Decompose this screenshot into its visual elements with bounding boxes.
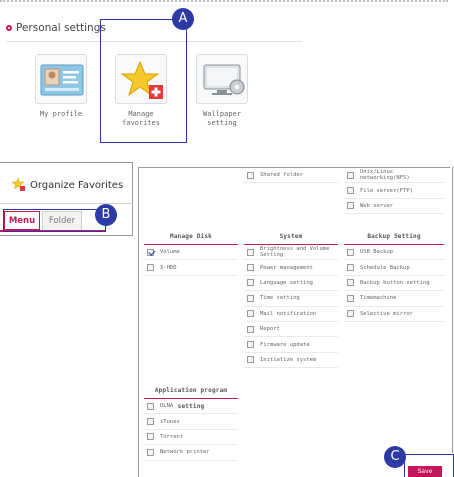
list-item[interactable]: Torrent [144, 430, 238, 446]
save-button[interactable]: Save [408, 466, 442, 477]
checkbox[interactable] [347, 279, 354, 287]
checkbox[interactable] [247, 248, 254, 256]
top-dotted-divider [0, 0, 448, 2]
personal-settings-header: Personal settings [6, 20, 106, 36]
list-item[interactable]: Network printer [144, 445, 238, 461]
my-profile-button[interactable]: My profile [21, 54, 101, 119]
wallpaper-setting-button[interactable]: Wallpaper setting [182, 54, 262, 128]
list-item[interactable]: Timemachine [344, 291, 444, 307]
callout-box-b [3, 209, 106, 232]
network-left-column: Shared folder [244, 168, 338, 184]
panel-right-border [452, 167, 453, 453]
list-item[interactable]: File server(FTP) [344, 183, 444, 199]
list-item[interactable]: Time setting [244, 291, 338, 307]
list-item[interactable]: Brightness and Volume Setting [244, 245, 338, 261]
star-plus-small-icon [11, 176, 26, 195]
list-item[interactable]: Mail notification [244, 307, 338, 322]
checkbox[interactable] [347, 310, 354, 318]
list-item[interactable]: iTunes [144, 414, 238, 430]
list-item[interactable]: Web server [344, 199, 444, 215]
my-profile-label: My profile [39, 110, 83, 118]
manage-disk-title: Manage Disk [144, 229, 238, 245]
profile-card-icon [35, 54, 87, 104]
network-right-column: Unix/Linux networking(NFS) File server(F… [344, 168, 444, 215]
list-item[interactable]: DLNA [144, 399, 238, 415]
checkbox[interactable] [147, 433, 154, 441]
list-item[interactable]: X-HDD [144, 260, 238, 276]
checkbox[interactable] [147, 448, 154, 456]
callout-box-a [100, 19, 187, 143]
list-item[interactable]: Schedule Backup [344, 260, 444, 276]
organize-favorites-header: Organize Favorites [11, 176, 124, 195]
callout-a: A [172, 8, 194, 30]
list-item[interactable]: Report [244, 322, 338, 338]
checkbox[interactable] [247, 294, 254, 302]
callout-c: C [384, 446, 406, 468]
list-item[interactable]: Backup button setting [344, 276, 444, 292]
checkbox[interactable] [247, 264, 254, 272]
checkbox-checked[interactable] [147, 248, 154, 256]
checkbox[interactable] [247, 310, 254, 318]
system-title: System [244, 229, 338, 245]
checkbox[interactable] [347, 171, 354, 179]
manage-disk-column: Manage Disk Volume X-HDD [144, 229, 238, 276]
checkbox[interactable] [347, 264, 354, 272]
bullet-icon [6, 25, 12, 31]
list-item[interactable]: Volume [144, 245, 238, 261]
wallpaper-setting-label: Wallpaper setting [203, 110, 241, 127]
header-separator [0, 203, 133, 204]
personal-settings-title: Personal settings [16, 22, 106, 34]
checkbox[interactable] [247, 279, 254, 287]
backup-setting-column: Backup Setting USB Backup Schedule Backu… [344, 229, 444, 322]
checkbox[interactable] [347, 202, 354, 210]
list-item[interactable]: Unix/Linux networking(NFS) [344, 168, 444, 184]
checkbox[interactable] [147, 418, 154, 426]
list-item[interactable]: USB Backup [344, 245, 444, 261]
checkbox[interactable] [347, 294, 354, 302]
application-program-column: Application program setting DLNA iTunes … [144, 383, 238, 461]
list-item[interactable]: Firmware update [244, 337, 338, 353]
callout-b: B [95, 204, 117, 226]
list-item[interactable]: Selective mirror [344, 307, 444, 322]
list-item[interactable]: Language setting [244, 276, 338, 292]
list-item[interactable]: Power management [244, 260, 338, 276]
checkbox[interactable] [347, 187, 354, 195]
checkbox[interactable] [147, 402, 154, 410]
organize-favorites-title: Organize Favorites [30, 180, 124, 191]
checkbox[interactable] [247, 171, 254, 179]
checkbox[interactable] [247, 356, 254, 364]
checkbox[interactable] [247, 341, 254, 349]
application-program-title: Application program setting [144, 383, 238, 410]
backup-setting-title: Backup Setting [344, 229, 444, 245]
checkbox[interactable] [347, 248, 354, 256]
checkbox[interactable] [247, 325, 254, 333]
checkbox[interactable] [147, 264, 154, 272]
list-item[interactable]: Initialize system [244, 353, 338, 369]
monitor-gear-icon [196, 54, 248, 104]
system-column: System Brightness and Volume Setting Pow… [244, 229, 338, 369]
list-item[interactable]: Shared folder [244, 168, 338, 184]
